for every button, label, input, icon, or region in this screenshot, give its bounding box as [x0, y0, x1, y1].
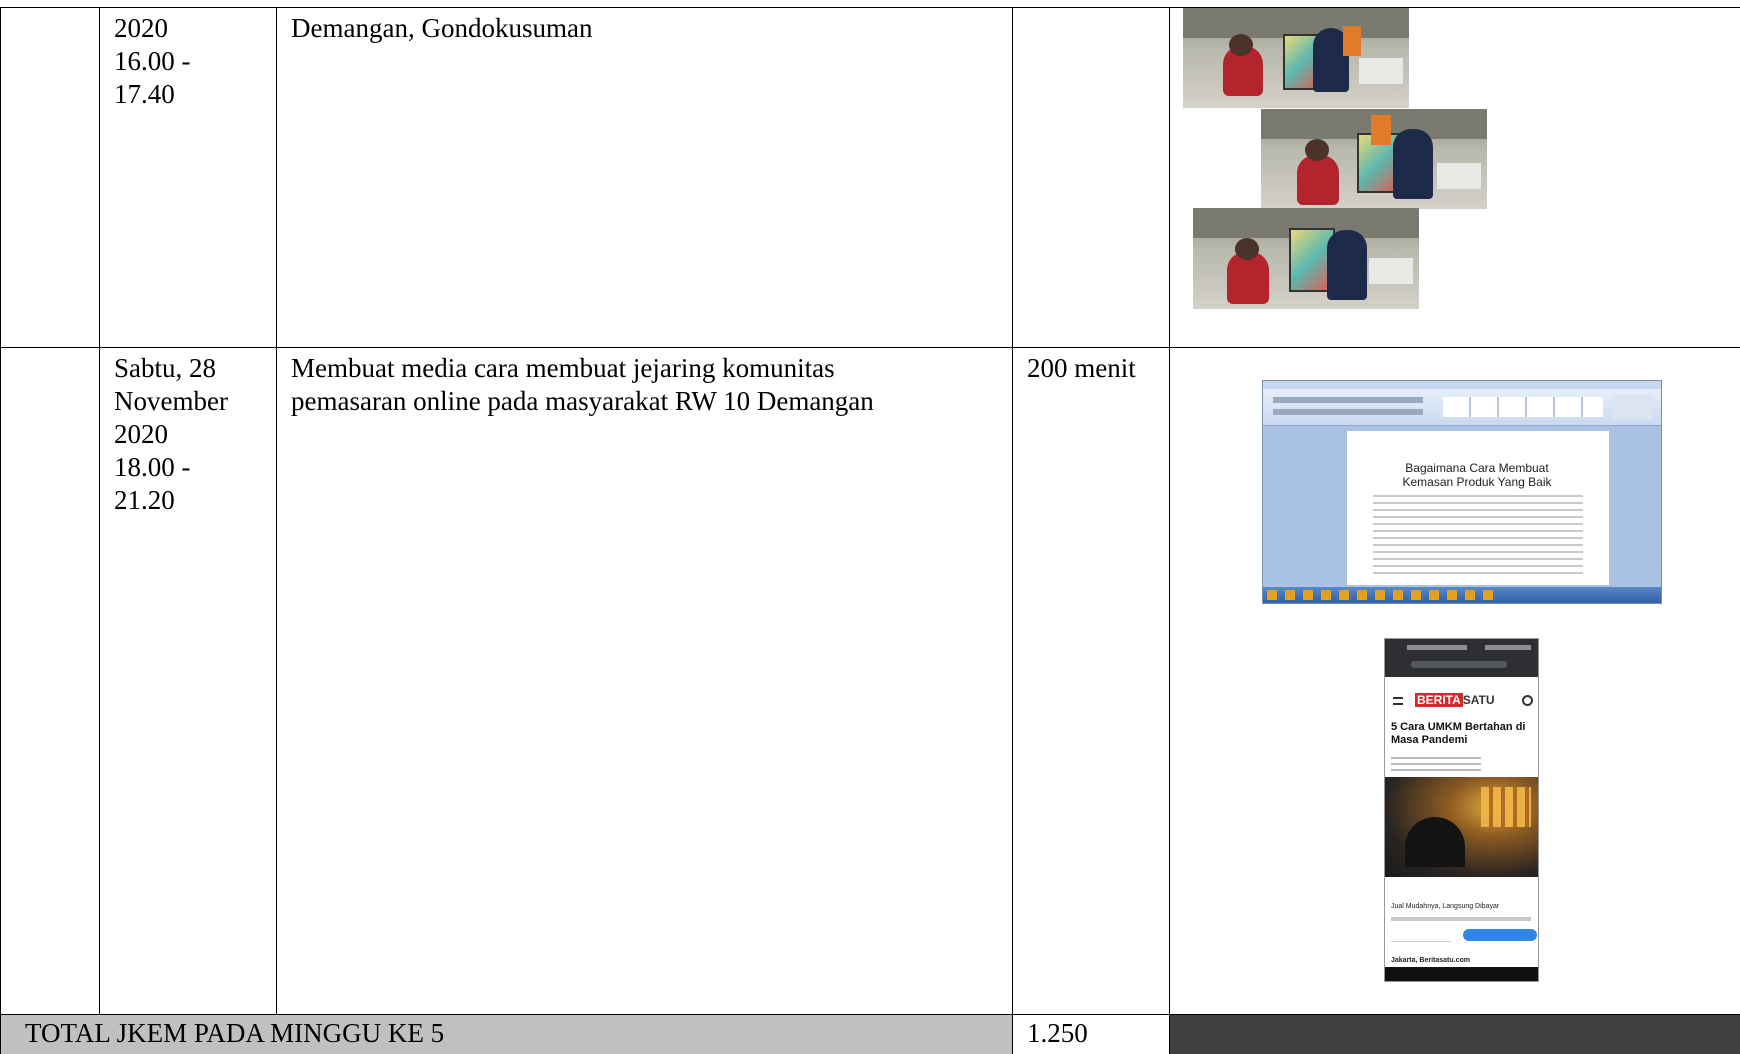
row2-activity-text: Membuat media cara membuat jejaring komu…	[291, 353, 874, 416]
row2-number-cell	[0, 347, 100, 1015]
phone-nav-bar	[1385, 967, 1538, 981]
news-phone-screenshot: BERITA SATU 5 Cara UMKM Bertahan di Masa …	[1384, 638, 1539, 982]
row1-date-cell: 2020 16.00 - 17.40	[99, 7, 277, 348]
row1-number-cell	[0, 7, 100, 348]
row2-documentation-cell: Bagaimana Cara Membuat Kemasan Produk Ya…	[1169, 347, 1740, 1015]
activity-photo-2	[1261, 109, 1487, 209]
news-footer-text: Jakarta, Beritasatu.com	[1391, 957, 1470, 964]
news-logo-rest: SATU	[1462, 693, 1495, 707]
total-label-text: TOTAL JKEM PADA MINGGU KE 5	[25, 1018, 445, 1048]
news-logo: BERITA SATU	[1415, 693, 1495, 707]
row2-date-cell: Sabtu, 28 November 2020 18.00 - 21.20	[99, 347, 277, 1015]
row2-activity-cell: Membuat media cara membuat jejaring komu…	[276, 347, 1013, 1015]
row2-duration-cell: 200 menit	[1012, 347, 1170, 1015]
word-ribbon-tools	[1263, 389, 1661, 426]
row1-activity-cell: Demangan, Gondokusuman	[276, 7, 1013, 348]
news-photo	[1385, 777, 1538, 877]
row2-duration-text: 200 menit	[1027, 353, 1136, 383]
row1-documentation-cell	[1169, 7, 1740, 348]
row1-date-text: 2020 16.00 - 17.40	[114, 13, 191, 109]
total-label-cell: TOTAL JKEM PADA MINGGU KE 5	[0, 1014, 1013, 1054]
phone-status-bar	[1385, 639, 1538, 677]
news-meta-lines	[1391, 757, 1481, 771]
news-input-field[interactable]	[1391, 929, 1451, 942]
word-page-title: Bagaimana Cara Membuat Kemasan Produk Ya…	[1402, 461, 1552, 489]
menu-icon[interactable]	[1393, 697, 1403, 705]
news-subtext-lines	[1391, 917, 1531, 921]
row1-activity-text: Demangan, Gondokusuman	[291, 13, 593, 43]
search-icon[interactable]	[1522, 695, 1533, 706]
news-action-button[interactable]	[1463, 929, 1537, 941]
word-page-body-lines	[1373, 495, 1583, 575]
news-logo-highlight: BERITA	[1415, 693, 1463, 707]
word-page: Bagaimana Cara Membuat Kemasan Produk Ya…	[1347, 431, 1609, 585]
news-subheading: Jual Mudahnya, Langsung Dibayar	[1391, 903, 1500, 910]
activity-photo-1	[1183, 8, 1409, 108]
row2-date-text: Sabtu, 28 November 2020 18.00 - 21.20	[114, 353, 228, 515]
word-document-screenshot: Bagaimana Cara Membuat Kemasan Produk Ya…	[1262, 380, 1662, 604]
total-value-cell: 1.250	[1012, 1014, 1170, 1054]
word-taskbar	[1263, 587, 1661, 603]
word-ribbon	[1263, 381, 1661, 389]
total-dark-cell	[1169, 1014, 1740, 1054]
activity-photo-3	[1193, 208, 1419, 309]
news-headline[interactable]: 5 Cara UMKM Bertahan di Masa Pandemi	[1391, 721, 1536, 747]
row1-duration-cell	[1012, 7, 1170, 348]
total-value-text: 1.250	[1027, 1018, 1088, 1048]
